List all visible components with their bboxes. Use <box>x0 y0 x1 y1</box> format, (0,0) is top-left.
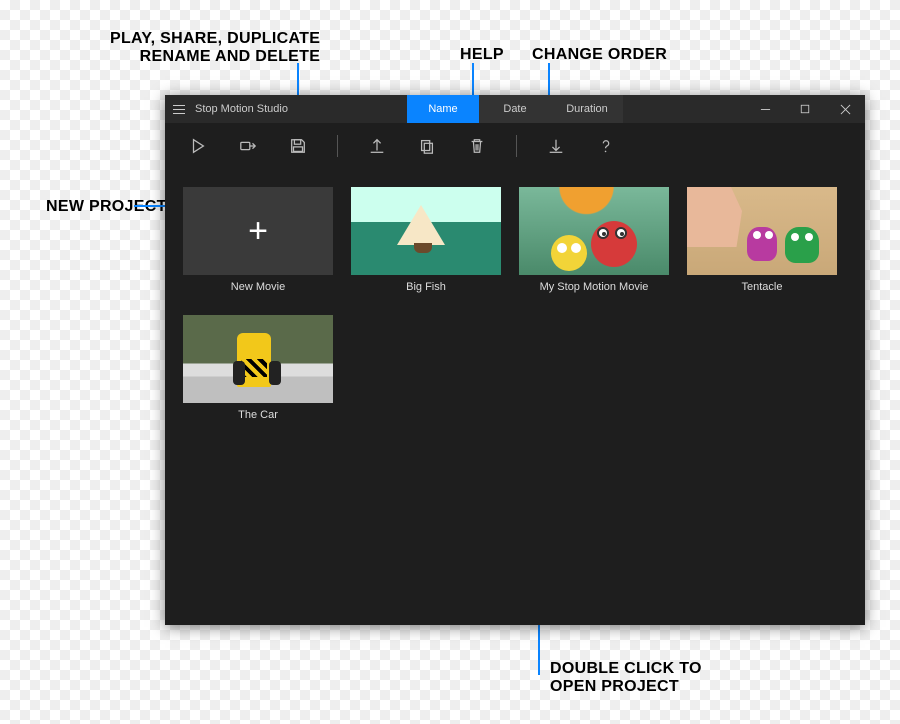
hamburger-menu-icon[interactable] <box>165 95 193 123</box>
export-icon[interactable] <box>366 135 388 157</box>
sort-tab-duration[interactable]: Duration <box>551 95 623 123</box>
share-icon[interactable] <box>237 135 259 157</box>
sort-tabs: Name Date Duration <box>407 95 623 123</box>
project-label: New Movie <box>183 281 333 293</box>
toolbar-separator-2 <box>516 135 517 157</box>
plus-icon: + <box>248 212 268 251</box>
play-icon[interactable] <box>187 135 209 157</box>
project-thumb <box>519 187 669 275</box>
delete-icon[interactable] <box>466 135 488 157</box>
window-controls <box>745 95 865 123</box>
save-icon[interactable] <box>287 135 309 157</box>
project-gallery: + New Movie Big Fish My Stop Motion Movi… <box>165 169 865 625</box>
annotation-change-order: CHANGE ORDER <box>532 46 667 64</box>
import-icon[interactable] <box>545 135 567 157</box>
title-bar: Stop Motion Studio Name Date Duration <box>165 95 865 123</box>
project-label: My Stop Motion Movie <box>519 281 669 293</box>
annotation-double-click: DOUBLE CLICK TO OPEN PROJECT <box>550 660 702 697</box>
sort-tab-date[interactable]: Date <box>479 95 551 123</box>
project-tile[interactable]: My Stop Motion Movie <box>519 187 669 293</box>
annotation-help: HELP <box>460 46 504 64</box>
project-label: Tentacle <box>687 281 837 293</box>
duplicate-icon[interactable] <box>416 135 438 157</box>
window-minimize-icon[interactable] <box>745 95 785 123</box>
annotation-toolbar: PLAY, SHARE, DUPLICATE RENAME AND DELETE <box>110 30 320 67</box>
sort-tab-name[interactable]: Name <box>407 95 479 123</box>
annotation-new-project: NEW PROJECT <box>46 198 167 216</box>
project-label: Big Fish <box>351 281 501 293</box>
app-window: Stop Motion Studio Name Date Duration <box>165 95 865 625</box>
project-thumb <box>351 187 501 275</box>
window-close-icon[interactable] <box>825 95 865 123</box>
toolbar-separator <box>337 135 338 157</box>
project-tile[interactable]: Big Fish <box>351 187 501 293</box>
project-tile[interactable]: Tentacle <box>687 187 837 293</box>
project-thumb <box>183 315 333 403</box>
app-title: Stop Motion Studio <box>195 103 288 115</box>
window-maximize-icon[interactable] <box>785 95 825 123</box>
project-tile[interactable]: The Car <box>183 315 333 421</box>
new-project-tile[interactable]: + New Movie <box>183 187 333 293</box>
project-thumb <box>687 187 837 275</box>
new-project-thumb: + <box>183 187 333 275</box>
help-icon[interactable] <box>595 135 617 157</box>
toolbar <box>165 123 865 169</box>
project-label: The Car <box>183 409 333 421</box>
